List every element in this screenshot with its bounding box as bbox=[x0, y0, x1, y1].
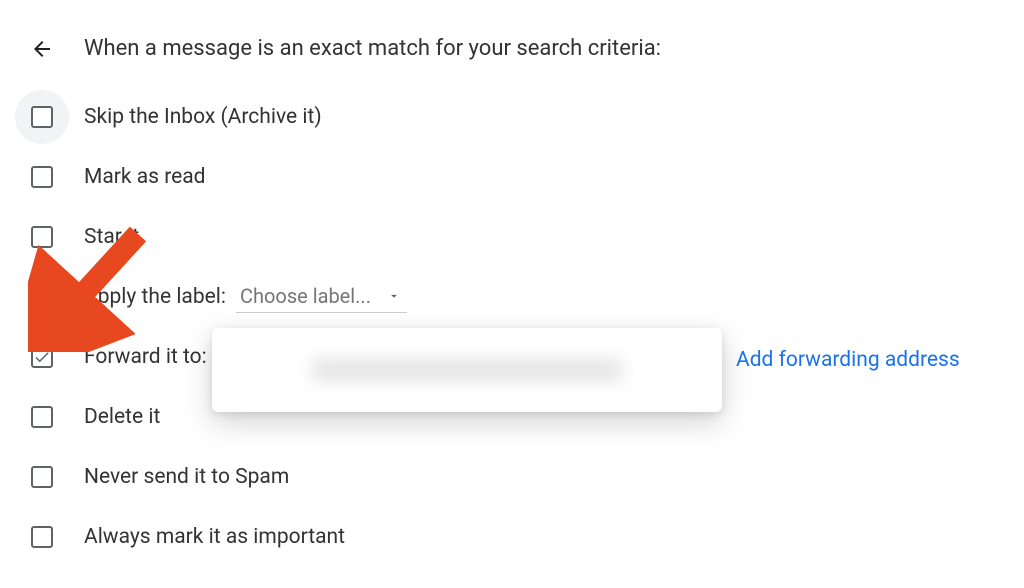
checkbox-skip-inbox[interactable] bbox=[31, 106, 53, 128]
label-skip-inbox: Skip the Inbox (Archive it) bbox=[84, 105, 322, 129]
filter-options-list: Skip the Inbox (Archive it) Mark as read… bbox=[0, 61, 1024, 567]
header-row: When a message is an exact match for you… bbox=[0, 0, 1024, 61]
option-star: Star it bbox=[30, 207, 1024, 267]
option-mark-important: Always mark it as important bbox=[30, 507, 1024, 567]
option-mark-read: Mark as read bbox=[30, 147, 1024, 207]
forward-address-dropdown[interactable] bbox=[212, 328, 722, 412]
checkbox-never-spam[interactable] bbox=[31, 466, 53, 488]
checkbox-forward[interactable] bbox=[31, 346, 53, 368]
checkbox-mark-read[interactable] bbox=[31, 166, 53, 188]
checkbox-star[interactable] bbox=[31, 226, 53, 248]
label-apply-label: Apply the label: bbox=[84, 285, 226, 309]
back-button[interactable] bbox=[30, 37, 54, 61]
label-select[interactable]: Choose label... bbox=[236, 282, 407, 313]
arrow-left-icon bbox=[30, 37, 54, 61]
option-apply-label: Apply the label: Choose label... bbox=[30, 267, 1024, 327]
checkbox-mark-important[interactable] bbox=[31, 526, 53, 548]
checkbox-delete[interactable] bbox=[31, 406, 53, 428]
label-mark-important: Always mark it as important bbox=[84, 525, 345, 549]
label-forward: Forward it to: bbox=[84, 345, 207, 369]
add-forwarding-address-link[interactable]: Add forwarding address bbox=[736, 348, 960, 372]
redacted-address bbox=[312, 358, 622, 382]
chevron-down-icon bbox=[387, 284, 401, 308]
label-mark-read: Mark as read bbox=[84, 165, 206, 189]
label-delete: Delete it bbox=[84, 405, 160, 429]
checkbox-apply-label[interactable] bbox=[31, 286, 53, 308]
option-skip-inbox: Skip the Inbox (Archive it) bbox=[30, 87, 1024, 147]
label-star: Star it bbox=[84, 225, 139, 249]
label-never-spam: Never send it to Spam bbox=[84, 465, 289, 489]
option-never-spam: Never send it to Spam bbox=[30, 447, 1024, 507]
label-select-placeholder: Choose label... bbox=[240, 284, 371, 308]
header-title: When a message is an exact match for you… bbox=[84, 36, 661, 61]
